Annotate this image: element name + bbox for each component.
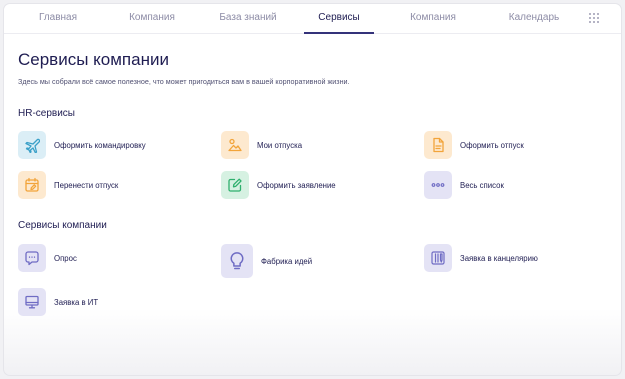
service-label: Оформить командировку: [54, 140, 146, 150]
airplane-icon: [18, 131, 46, 159]
service-label: Опрос: [54, 253, 77, 263]
service-full-list[interactable]: Весь список: [424, 171, 504, 199]
service-business-trip[interactable]: Оформить командировку: [18, 131, 146, 159]
page-subtitle: Здесь мы собрали всё самое полезное, что…: [18, 77, 350, 86]
service-label: Оформить заявление: [257, 180, 336, 190]
tab-company[interactable]: Компания: [112, 4, 192, 34]
calendar-edit-icon: [18, 171, 46, 199]
top-navigation: Главная Компания База знаний Сервисы Ком…: [4, 4, 621, 34]
stationery-icon: [424, 244, 452, 272]
tab-calendar[interactable]: Календарь: [494, 4, 574, 34]
service-submit-statement[interactable]: Оформить заявление: [221, 171, 336, 199]
service-survey[interactable]: Опрос: [18, 244, 77, 272]
tab-home[interactable]: Главная: [22, 4, 94, 34]
tab-services[interactable]: Сервисы: [304, 4, 374, 34]
monitor-icon: [18, 288, 46, 316]
pencil-square-icon: [221, 171, 249, 199]
service-idea-factory[interactable]: Фабрика идей: [221, 244, 312, 278]
survey-chat-icon: [18, 244, 46, 272]
grid-dots-icon[interactable]: [589, 13, 599, 23]
service-label: Фабрика идей: [261, 256, 313, 266]
service-apply-vacation[interactable]: Оформить отпуск: [424, 131, 524, 159]
tab-company-2[interactable]: Компания: [394, 4, 472, 34]
service-my-vacations[interactable]: Мои отпуска: [221, 131, 302, 159]
company-section-title: Сервисы компании: [18, 220, 107, 231]
service-reschedule-vacation[interactable]: Перенести отпуск: [18, 171, 118, 199]
service-label: Заявка в ИТ: [54, 297, 99, 307]
main-card: Главная Компания База знаний Сервисы Ком…: [3, 3, 622, 376]
page-title: Сервисы компании: [18, 50, 169, 69]
service-label: Мои отпуска: [257, 140, 303, 150]
hr-section-title: HR-сервисы: [18, 108, 75, 119]
service-stationery-request[interactable]: Заявка в канцелярию: [424, 244, 538, 272]
service-label: Весь список: [460, 180, 504, 190]
more-dots-icon: [424, 171, 452, 199]
document-icon: [424, 131, 452, 159]
service-label: Заявка в канцелярию: [460, 253, 538, 263]
service-it-request[interactable]: Заявка в ИТ: [18, 288, 98, 316]
service-label: Оформить отпуск: [460, 140, 524, 150]
lightbulb-icon: [221, 244, 253, 278]
sun-mountain-icon: [221, 131, 249, 159]
tab-knowledge-base[interactable]: База знаний: [204, 4, 292, 34]
service-label: Перенести отпуск: [54, 180, 119, 190]
